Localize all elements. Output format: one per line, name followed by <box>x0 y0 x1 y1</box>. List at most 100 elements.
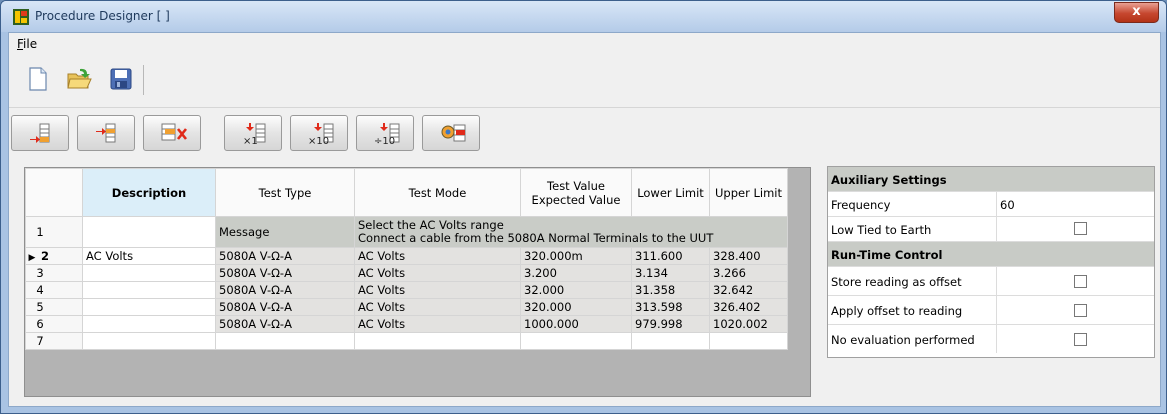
insert-step-before-button[interactable] <box>11 115 69 151</box>
table-row[interactable]: 3 5080A V-Ω-A AC Volts 3.200 3.134 3.266 <box>25 264 788 282</box>
cell-upper-limit[interactable]: 3.266 <box>709 264 788 282</box>
cell-test-value[interactable]: 320.000 <box>520 298 632 316</box>
message-line-1: Select the AC Volts range <box>358 218 504 232</box>
row-header[interactable]: 7 <box>25 332 83 350</box>
cell-test-mode[interactable]: AC Volts <box>354 264 521 282</box>
cell-test-value[interactable]: 3.200 <box>520 264 632 282</box>
cell-description[interactable] <box>82 332 216 350</box>
cell-description[interactable] <box>82 216 216 248</box>
step-multiply-10-button[interactable]: ×10 <box>290 115 348 151</box>
store-offset-checkbox[interactable] <box>1074 275 1087 288</box>
cell-lower-limit[interactable]: 979.998 <box>631 315 710 333</box>
no-eval-checkbox[interactable] <box>1074 333 1087 346</box>
cell-test-value[interactable] <box>520 332 632 350</box>
save-icon[interactable] <box>107 65 135 93</box>
cell-test-type[interactable] <box>215 332 355 350</box>
apply-offset-row: Apply offset to reading <box>828 296 1154 325</box>
table-row[interactable]: 4 5080A V-Ω-A AC Volts 32.000 31.358 32.… <box>25 281 788 299</box>
cell-test-mode[interactable]: AC Volts <box>354 315 521 333</box>
cell-lower-limit[interactable]: 313.598 <box>631 298 710 316</box>
cell-test-value[interactable]: 1000.000 <box>520 315 632 333</box>
table-row[interactable]: 5 5080A V-Ω-A AC Volts 320.000 313.598 3… <box>25 298 788 316</box>
close-button[interactable]: x <box>1114 2 1159 23</box>
row-header-corner <box>25 168 83 217</box>
row-header[interactable]: 5 <box>25 298 83 316</box>
delete-step-icon <box>161 123 188 141</box>
close-icon: x <box>1132 4 1141 19</box>
low-tied-label: Low Tied to Earth <box>831 223 932 237</box>
frequency-value: 60 <box>1000 198 1015 212</box>
frequency-row: Frequency 60 <box>828 192 1154 217</box>
cell-description[interactable] <box>82 315 216 333</box>
cell-test-value[interactable]: 32.000 <box>520 281 632 299</box>
cell-upper-limit[interactable]: 1020.002 <box>709 315 788 333</box>
col-lower-limit[interactable]: Lower Limit <box>631 168 710 217</box>
col-upper-limit[interactable]: Upper Limit <box>709 168 788 217</box>
menu-file[interactable]: File <box>17 37 37 51</box>
cell-test-mode[interactable]: AC Volts <box>354 298 521 316</box>
table-row[interactable]: 1 Message Select the AC Volts range Conne… <box>25 216 788 248</box>
window-title: Procedure Designer [ ] <box>35 9 170 23</box>
step-divide-10-icon: ÷10 <box>374 123 400 147</box>
cell-test-type[interactable]: 5080A V-Ω-A <box>215 315 355 333</box>
cell-description[interactable] <box>82 281 216 299</box>
delete-step-button[interactable] <box>143 115 201 151</box>
cell-lower-limit[interactable]: 31.358 <box>631 281 710 299</box>
step-divide-10-button[interactable]: ÷10 <box>356 115 414 151</box>
cell-test-type[interactable]: 5080A V-Ω-A <box>215 281 355 299</box>
cell-upper-limit[interactable]: 328.400 <box>709 247 788 265</box>
row-number: 3 <box>36 266 44 280</box>
row-header[interactable]: 3 <box>25 264 83 282</box>
row-header[interactable]: 1 <box>25 216 83 248</box>
apply-offset-checkbox[interactable] <box>1074 304 1087 317</box>
app-window: Procedure Designer [ ] x File ×1 ×10 ÷10… <box>0 0 1167 414</box>
table-row-empty[interactable]: 7 <box>25 332 788 350</box>
cell-upper-limit[interactable] <box>709 332 788 350</box>
grid-header-row: Description Test Type Test Mode Test Val… <box>25 168 788 217</box>
cell-lower-limit[interactable]: 311.600 <box>631 247 710 265</box>
cell-test-type[interactable]: 5080A V-Ω-A <box>215 298 355 316</box>
cell-test-type[interactable]: 5080A V-Ω-A <box>215 247 355 265</box>
cell-test-mode[interactable]: AC Volts <box>354 247 521 265</box>
cell-description[interactable]: AC Volts <box>82 247 216 265</box>
insert-step-after-button[interactable] <box>77 115 135 151</box>
store-offset-row: Store reading as offset <box>828 267 1154 296</box>
col-test-mode[interactable]: Test Mode <box>354 168 521 217</box>
open-folder-icon[interactable] <box>65 65 93 93</box>
step-settings-button[interactable] <box>422 115 480 151</box>
svg-text:×1: ×1 <box>243 136 258 147</box>
insert-step-after-icon <box>96 123 116 143</box>
file-toolbar <box>9 57 1160 101</box>
aux-settings-title: Auxiliary Settings <box>831 173 947 187</box>
step-multiply-1-button[interactable]: ×1 <box>224 115 282 151</box>
title-bar[interactable]: Procedure Designer [ ] x <box>1 1 1166 32</box>
step-settings-icon <box>441 124 466 142</box>
col-test-value[interactable]: Test Value Expected Value <box>520 168 632 217</box>
new-file-icon[interactable] <box>23 65 51 93</box>
no-eval-cell <box>996 325 1155 353</box>
cell-lower-limit[interactable]: 3.134 <box>631 264 710 282</box>
runtime-title: Run-Time Control <box>831 248 943 262</box>
row-header[interactable]: ▶ 2 <box>25 247 83 265</box>
row-header[interactable]: 4 <box>25 281 83 299</box>
cell-test-type[interactable]: 5080A V-Ω-A <box>215 264 355 282</box>
toolbar-separator <box>143 65 144 95</box>
col-description[interactable]: Description <box>82 168 216 217</box>
cell-description[interactable] <box>82 298 216 316</box>
cell-message-text[interactable]: Select the AC Volts range Connect a cable… <box>354 216 788 248</box>
cell-test-type[interactable]: Message <box>215 216 355 248</box>
cell-test-mode[interactable] <box>354 332 521 350</box>
low-tied-checkbox[interactable] <box>1074 222 1087 235</box>
cell-test-value[interactable]: 320.000m <box>520 247 632 265</box>
cell-upper-limit[interactable]: 326.402 <box>709 298 788 316</box>
cell-upper-limit[interactable]: 32.642 <box>709 281 788 299</box>
table-row[interactable]: 6 5080A V-Ω-A AC Volts 1000.000 979.998 … <box>25 315 788 333</box>
row-header[interactable]: 6 <box>25 315 83 333</box>
cell-lower-limit[interactable] <box>631 332 710 350</box>
table-row[interactable]: ▶ 2 AC Volts 5080A V-Ω-A AC Volts 320.000… <box>25 247 788 265</box>
frequency-field[interactable]: 60 <box>996 192 1155 216</box>
row-number: 7 <box>36 334 44 348</box>
cell-test-mode[interactable]: AC Volts <box>354 281 521 299</box>
col-test-type[interactable]: Test Type <box>215 168 355 217</box>
cell-description[interactable] <box>82 264 216 282</box>
